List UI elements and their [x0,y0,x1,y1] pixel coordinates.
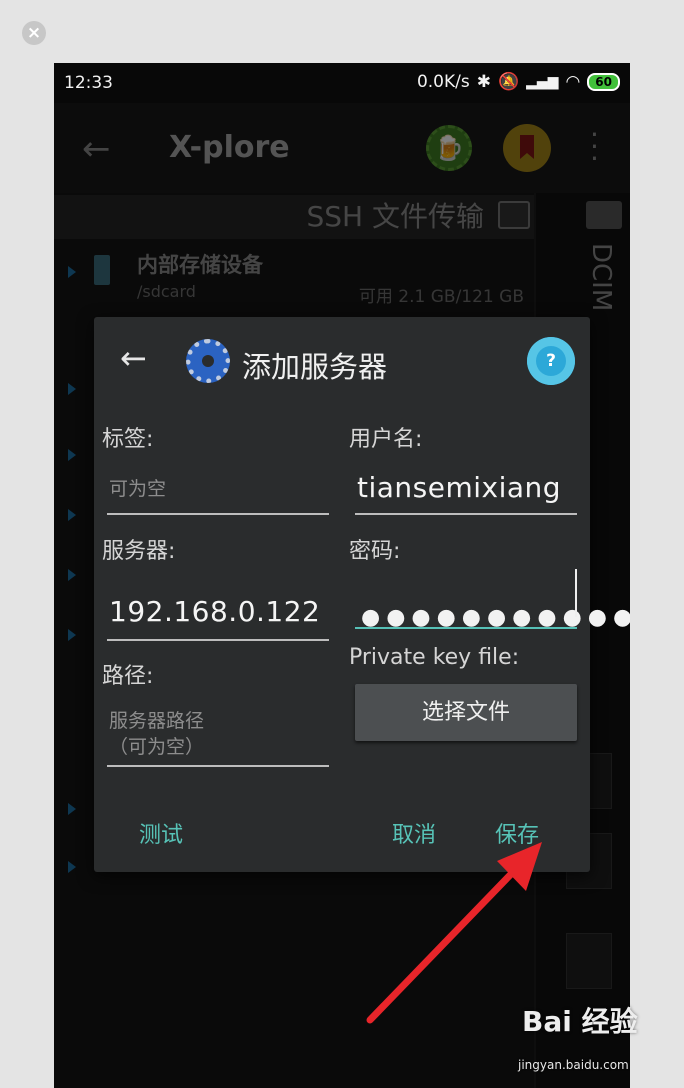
choose-file-button[interactable]: 选择文件 [355,684,577,741]
bluetooth-icon: ✱ [476,72,491,92]
dialog-title: 添加服务器 [242,350,388,384]
signal-icon: ▂▄▆ [526,74,559,90]
path-label: 路径: [102,664,154,689]
gear-icon [186,339,230,383]
network-speed: 0.0K/s [416,72,470,92]
watermark-url: jingyan.baidu.com [518,1058,629,1072]
status-time: 12:33 [64,73,113,93]
tag-placeholder: 可为空 [109,478,167,500]
mute-icon: 🔕 [497,72,520,92]
path-input[interactable]: 服务器路径 （可为空） [107,707,329,767]
private-key-label: Private key file: [349,645,520,670]
phone-screen: 12:33 0.0K/s ✱ 🔕 ▂▄▆ ◠ 60 ← X-plore 🍺 ··… [54,63,630,1088]
window-close-button[interactable]: × [22,21,46,45]
cancel-button[interactable]: 取消 [392,817,436,849]
battery-indicator: 60 [587,73,620,91]
wifi-icon: ◠ [565,72,581,92]
path-placeholder-line1: 服务器路径 [109,710,205,732]
username-value: tiansemixiang [357,471,562,504]
username-input[interactable]: tiansemixiang [355,467,577,515]
password-input[interactable]: ●●●●●●●●●●● [355,569,630,630]
save-button[interactable]: 保存 [495,817,539,849]
server-input[interactable]: 192.168.0.122 [107,587,329,641]
add-server-dialog: ← 添加服务器 ? 标签: 可为空 用户名: tiansemixiang 服务器… [94,317,630,872]
test-button[interactable]: 测试 [139,817,183,849]
tag-input[interactable]: 可为空 [107,467,329,515]
server-label: 服务器: [102,539,176,564]
tag-label: 标签: [102,427,154,452]
password-mask: ●●●●●●●●●●● [361,605,630,630]
server-value: 192.168.0.122 [109,595,321,628]
username-label: 用户名: [349,427,423,452]
text-cursor [575,569,577,617]
dialog-back-icon[interactable]: ← [120,339,147,377]
status-icons: 0.0K/s ✱ 🔕 ▂▄▆ ◠ 60 [417,72,620,92]
baidu-watermark: Bai 经验 [522,1005,638,1038]
status-bar: 12:33 0.0K/s ✱ 🔕 ▂▄▆ ◠ 60 [54,63,630,103]
password-label: 密码: [349,539,401,564]
path-placeholder-line2: （可为空） [109,736,205,758]
help-icon[interactable]: ? [527,337,575,385]
